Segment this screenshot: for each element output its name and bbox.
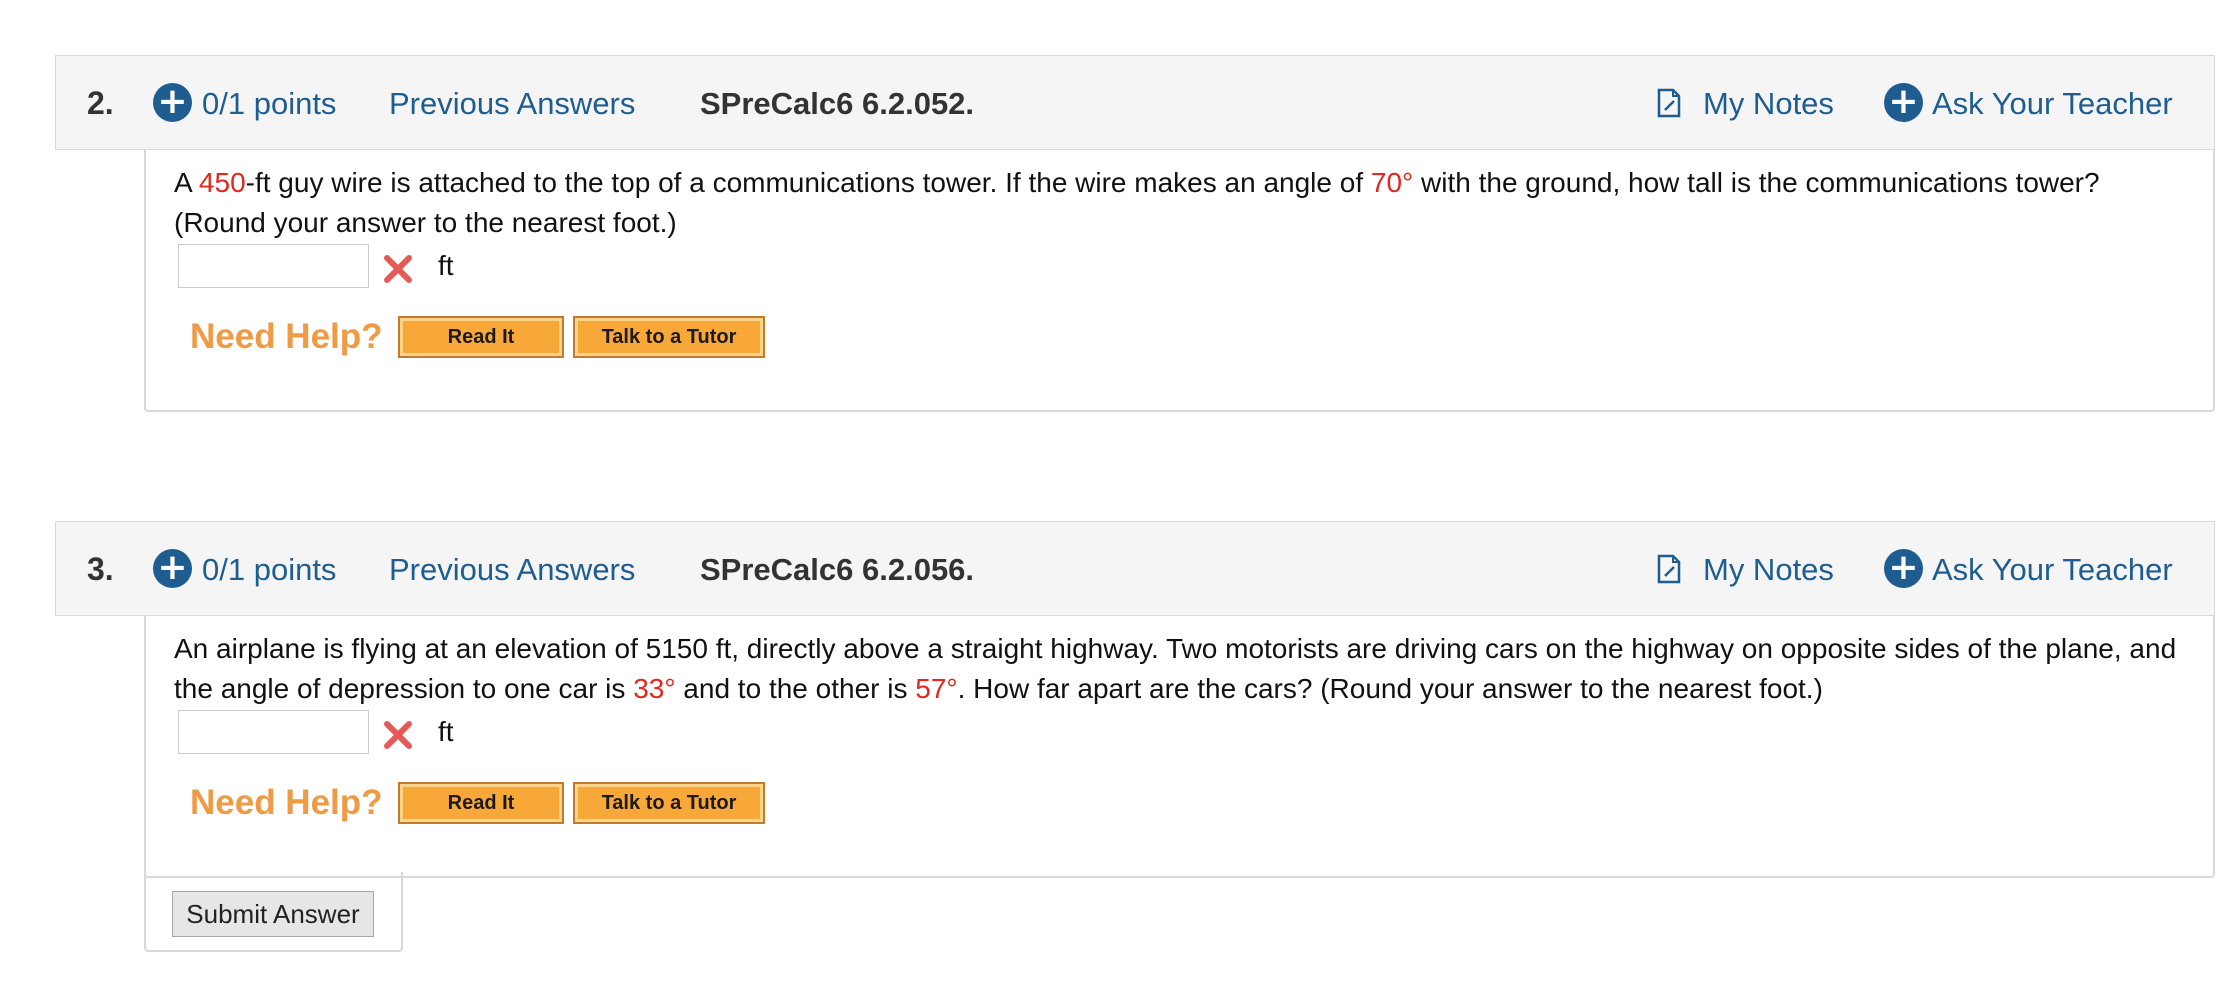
need-help-label: Need Help? <box>190 783 383 822</box>
points-link[interactable]: 0/1 points <box>202 56 336 151</box>
question-code: SPreCalc6 6.2.056. <box>700 552 975 587</box>
talk-to-tutor-button[interactable]: Talk to a Tutor <box>573 316 765 358</box>
plus-circle-icon[interactable]: + <box>1884 549 1923 588</box>
ask-your-teacher-link[interactable]: Ask Your Teacher <box>1932 522 2173 617</box>
my-notes-link[interactable]: My Notes <box>1703 56 1834 151</box>
unit-label: ft <box>438 716 454 747</box>
question-text: A 450-ft guy wire is attached to the top… <box>174 163 2184 243</box>
note-icon[interactable] <box>1656 88 1682 118</box>
read-it-button[interactable]: Read It <box>398 316 564 358</box>
plus-circle-icon[interactable]: + <box>1884 83 1923 122</box>
talk-to-tutor-button[interactable]: Talk to a Tutor <box>573 782 765 824</box>
need-help-label: Need Help? <box>190 317 383 356</box>
question-header-2: 2. + 0/1 points Previous Answers SPreCal… <box>55 55 2215 150</box>
highlighted-value: 450 <box>198 167 246 198</box>
answer-input[interactable] <box>178 710 369 754</box>
question-text-part: and to the other is <box>675 673 916 704</box>
answer-input[interactable] <box>178 244 369 288</box>
question-number: 3. <box>87 551 114 587</box>
previous-answers-link[interactable]: Previous Answers <box>389 56 635 151</box>
incorrect-x-icon <box>384 255 412 283</box>
previous-answers-link[interactable]: Previous Answers <box>389 522 635 617</box>
plus-circle-icon[interactable]: + <box>153 549 192 588</box>
question-text-part: A <box>174 167 199 198</box>
highlighted-value: 57° <box>915 673 958 704</box>
my-notes-link[interactable]: My Notes <box>1703 522 1834 617</box>
question-number: 2. <box>87 85 114 121</box>
question-text-part: . How far apart are the cars? (Round you… <box>957 673 1823 704</box>
question-text-part: -ft guy wire is attached to the top of a… <box>245 167 1371 198</box>
question-code: SPreCalc6 6.2.052. <box>700 86 975 121</box>
question-header-3: 3. + 0/1 points Previous Answers SPreCal… <box>55 521 2215 616</box>
highlighted-value: 70° <box>1370 167 1414 198</box>
read-it-button[interactable]: Read It <box>398 782 564 824</box>
incorrect-x-icon <box>384 721 412 749</box>
points-link[interactable]: 0/1 points <box>202 522 336 617</box>
question-text: An airplane is flying at an elevation of… <box>174 629 2184 709</box>
submit-answer-button[interactable]: Submit Answer <box>172 891 374 937</box>
highlighted-value: 33° <box>633 673 676 704</box>
plus-circle-icon[interactable]: + <box>153 83 192 122</box>
ask-your-teacher-link[interactable]: Ask Your Teacher <box>1932 56 2173 151</box>
note-icon[interactable] <box>1656 554 1682 584</box>
unit-label: ft <box>438 250 454 281</box>
